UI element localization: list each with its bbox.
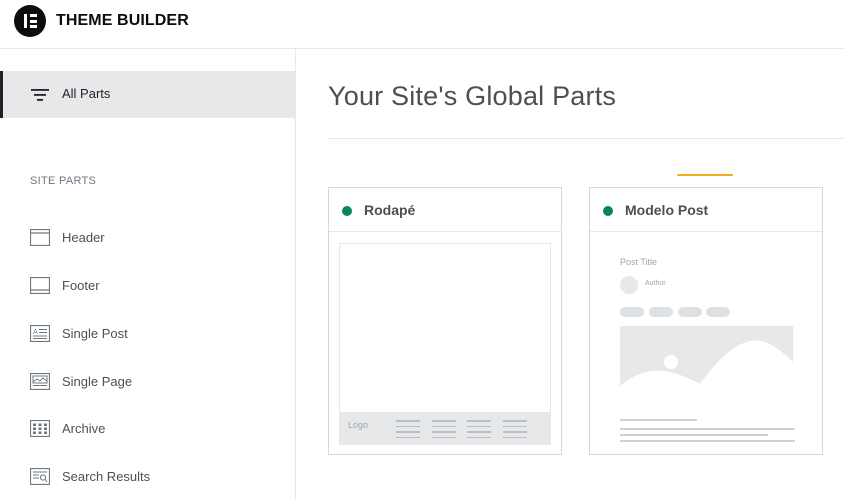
main-content: Your Site's Global Parts Rodapé Logo Mod bbox=[297, 49, 844, 499]
card-header: Modelo Post bbox=[590, 188, 822, 232]
sidebar-item-label: Archive bbox=[62, 421, 106, 436]
footer-preview-logo: Logo bbox=[348, 420, 369, 430]
card-title: Modelo Post bbox=[625, 202, 709, 218]
sidebar-item-search-results[interactable]: Search Results bbox=[30, 466, 270, 490]
post-preview-author: Author bbox=[645, 280, 666, 287]
sidebar-item-label: Search Results bbox=[62, 469, 151, 484]
tag-pill bbox=[678, 307, 702, 317]
tag-pill bbox=[620, 307, 644, 317]
post-preview-title: Post Title bbox=[620, 257, 658, 267]
sidebar-item-single-page[interactable]: Single Page bbox=[30, 371, 270, 395]
card-title: Rodapé bbox=[364, 202, 416, 218]
top-bar: THEME BUILDER bbox=[0, 0, 844, 49]
template-card-rodape[interactable]: Rodapé Logo bbox=[328, 187, 562, 455]
single-page-icon bbox=[30, 373, 50, 390]
elementor-logo-icon bbox=[14, 5, 46, 37]
sidebar-item-footer[interactable]: Footer bbox=[30, 275, 270, 299]
sidebar-item-label: Single Page bbox=[62, 374, 133, 389]
sidebar-item-header[interactable]: Header bbox=[30, 227, 270, 251]
template-card-modelo-post[interactable]: Modelo Post Post Title Author bbox=[589, 187, 823, 455]
archive-icon bbox=[30, 420, 50, 437]
sidebar: All Parts SITE PARTS Header Footer A Sin… bbox=[0, 49, 296, 499]
title-divider bbox=[328, 138, 844, 139]
search-results-icon bbox=[30, 468, 50, 485]
filter-icon bbox=[31, 89, 49, 101]
tag-pill bbox=[706, 307, 730, 317]
header-icon bbox=[30, 229, 50, 246]
sidebar-item-label: Single Post bbox=[62, 326, 128, 341]
text-line bbox=[620, 428, 795, 430]
single-post-icon: A bbox=[30, 325, 50, 342]
page-title: Your Site's Global Parts bbox=[328, 81, 617, 111]
accent-line bbox=[677, 174, 733, 176]
sidebar-item-label: Footer bbox=[62, 278, 100, 293]
card-header: Rodapé bbox=[329, 188, 561, 232]
card-preview: Post Title Author bbox=[590, 233, 822, 454]
footer-preview: Logo bbox=[339, 243, 551, 445]
sidebar-item-label: Header bbox=[62, 230, 105, 245]
text-line bbox=[620, 419, 697, 421]
card-preview: Logo bbox=[329, 233, 561, 454]
app-title: THEME BUILDER bbox=[56, 12, 189, 29]
footer-preview-bar: Logo bbox=[340, 412, 550, 444]
sidebar-item-all-parts[interactable]: All Parts bbox=[0, 71, 295, 118]
status-dot bbox=[603, 206, 613, 216]
avatar bbox=[620, 276, 638, 294]
section-title: SITE PARTS bbox=[30, 175, 97, 187]
sidebar-item-label: All Parts bbox=[62, 86, 111, 101]
status-dot bbox=[342, 206, 352, 216]
text-line bbox=[620, 440, 795, 442]
sidebar-item-archive[interactable]: Archive bbox=[30, 418, 270, 442]
sidebar-item-single-post[interactable]: A Single Post bbox=[30, 323, 270, 347]
footer-icon bbox=[30, 277, 50, 294]
image-placeholder-icon bbox=[620, 326, 793, 404]
text-line bbox=[620, 434, 768, 436]
svg-text:A: A bbox=[33, 328, 38, 336]
tag-pill bbox=[649, 307, 673, 317]
